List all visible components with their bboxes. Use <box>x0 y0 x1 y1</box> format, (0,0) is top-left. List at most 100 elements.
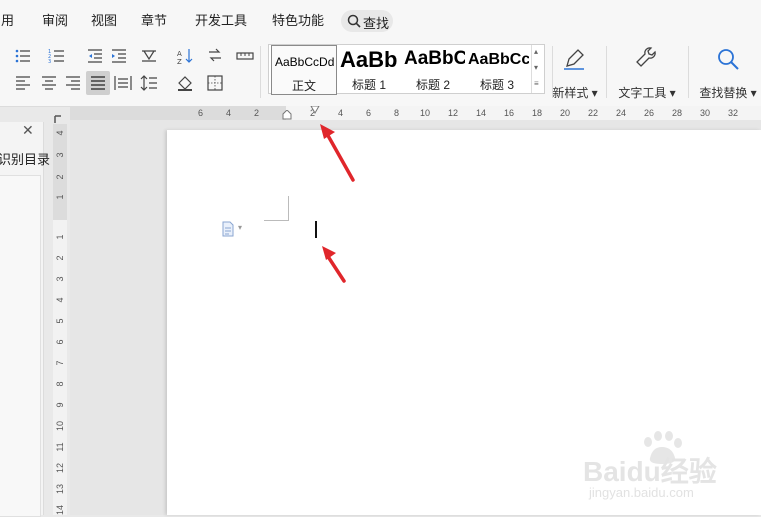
ruler-tick: 9 <box>55 402 65 408</box>
menu-chapter[interactable]: 章节 <box>141 10 167 29</box>
style-sample: AaBbCc <box>468 51 529 68</box>
ruler-tick: 18 <box>532 108 543 118</box>
horizontal-ruler[interactable]: 6 4 2 2 4 6 8 10 12 14 16 18 20 22 24 26… <box>70 106 761 120</box>
left-indent-marker-icon[interactable] <box>282 110 292 120</box>
style-name: 标题 1 <box>351 78 386 92</box>
ruler-tick: 26 <box>644 108 655 118</box>
numbered-list-icon[interactable]: 123 <box>48 47 66 65</box>
chevron-down-icon: ▾ <box>238 223 243 232</box>
justify-icon[interactable] <box>86 71 110 95</box>
shading-icon[interactable] <box>176 74 194 92</box>
style-name: 正文 <box>291 79 316 93</box>
ruler-tick: 1 <box>55 234 65 240</box>
find-replace-button[interactable]: 查找替换 ▾ <box>695 49 761 101</box>
menu-view[interactable]: 视图 <box>91 10 117 29</box>
menubar: 引用 审阅 视图 章节 开发工具 特色功能 查找 <box>0 0 761 39</box>
ruler-tick: 7 <box>55 360 65 366</box>
annotation-arrow-icon <box>320 124 355 182</box>
ruler-tick: 8 <box>394 108 400 118</box>
text-cursor <box>315 221 317 238</box>
search-button[interactable]: 查找 <box>341 10 393 32</box>
text-tools-label: 文字工具 <box>618 86 667 100</box>
show-hide-marks-icon[interactable] <box>206 47 224 65</box>
chevron-up-icon: ▴ <box>534 47 539 56</box>
ruler-tick: 2 <box>55 174 65 180</box>
ruler-text-area <box>286 106 761 120</box>
menu-developer-tools[interactable]: 开发工具 <box>195 10 247 29</box>
svg-text:Z: Z <box>177 58 182 65</box>
svg-text:A: A <box>177 50 182 58</box>
wrench-icon <box>636 47 656 67</box>
style-normal[interactable]: AaBbCcDd 正文 <box>271 45 337 95</box>
ruler-tick: 2 <box>55 255 65 261</box>
ruler-tick: 22 <box>588 108 599 118</box>
ruler-tick: 4 <box>55 130 65 136</box>
style-heading-3[interactable]: AaBbCc 标题 3 <box>465 45 529 93</box>
baidu-watermark: Baidu经验 jingyan.baidu.com <box>583 430 761 515</box>
line-spacing-icon[interactable] <box>140 74 158 92</box>
ruler-tick: 5 <box>55 318 65 324</box>
menu-references[interactable]: 引用 <box>0 10 14 29</box>
nav-pane-list[interactable] <box>0 175 41 517</box>
style-heading-2[interactable]: AaBbC 标题 2 <box>401 45 465 93</box>
style-heading-1[interactable]: AaBb 标题 1 <box>337 45 401 93</box>
style-name: 标题 2 <box>415 78 450 92</box>
ruler-tick: 12 <box>55 462 65 473</box>
ruler-tick: 1 <box>55 194 65 200</box>
ruler-tick: 20 <box>560 108 571 118</box>
style-gallery-scroll[interactable]: ▴ ▾ ≡ <box>531 45 544 93</box>
increase-indent-icon[interactable] <box>110 47 128 65</box>
new-style-button[interactable]: 新样式 ▾ <box>549 49 601 101</box>
ruler-tick: 28 <box>672 108 683 118</box>
chevron-down-icon: ▾ <box>747 86 757 100</box>
menu-review[interactable]: 审阅 <box>42 10 68 29</box>
distributed-align-icon[interactable] <box>114 74 132 92</box>
ruler-tick: 2 <box>254 108 260 118</box>
ruler-tick: 16 <box>504 108 515 118</box>
vertical-ruler[interactable]: 4 3 2 1 1 2 3 4 5 6 7 8 9 10 11 12 13 14 <box>53 124 67 515</box>
watermark-url: jingyan.baidu.com <box>589 485 694 500</box>
menu-special-features[interactable]: 特色功能 <box>272 10 324 29</box>
ruler-tick: 30 <box>700 108 711 118</box>
style-sample: AaBb <box>340 47 398 72</box>
align-left-icon[interactable] <box>14 74 32 92</box>
decrease-indent-icon[interactable] <box>86 47 104 65</box>
ruler-tick: 10 <box>420 108 431 118</box>
margin-corner-mark <box>264 196 289 221</box>
ruler-tick: 14 <box>55 504 65 515</box>
document-icon <box>222 221 234 237</box>
style-sample: AaBbC <box>404 48 465 69</box>
ruler-tick: 10 <box>55 420 65 431</box>
search-label: 查找 <box>363 16 390 31</box>
ruler-tick: 8 <box>55 381 65 387</box>
ruler-tick: 6 <box>366 108 372 118</box>
text-tools-button[interactable]: 文字工具 ▾ <box>616 47 678 101</box>
new-style-label: 新样式 <box>552 86 589 100</box>
paragraph-menu-button[interactable]: ▾ <box>221 221 247 237</box>
align-right-icon[interactable] <box>64 74 82 92</box>
align-center-icon[interactable] <box>40 74 58 92</box>
ruler-tick: 13 <box>55 483 65 494</box>
borders-icon[interactable] <box>206 74 224 92</box>
close-icon[interactable]: ✕ <box>22 122 34 139</box>
ruler-corner-icon[interactable] <box>53 114 63 124</box>
expand-icon: ≡ <box>534 79 539 88</box>
ruler-tick: 4 <box>226 108 232 118</box>
chevron-down-icon: ▾ <box>666 86 676 100</box>
style-name: 标题 3 <box>479 78 514 92</box>
separator <box>260 46 261 98</box>
ruler-tick: 3 <box>55 152 65 158</box>
sort-icon[interactable]: AZ <box>176 47 194 65</box>
style-sample: AaBbCcDd <box>275 55 335 69</box>
svg-text:3: 3 <box>48 59 51 65</box>
navigation-pane: 识别目录 <box>0 122 50 517</box>
separator <box>606 46 607 98</box>
chinese-layout-icon[interactable] <box>140 47 158 65</box>
bullet-list-icon[interactable] <box>14 47 32 65</box>
ruler-tick: 6 <box>198 108 204 118</box>
ruler-tick: 32 <box>728 108 739 118</box>
nav-pane-label[interactable]: 识别目录 <box>0 149 50 168</box>
first-line-indent-marker-icon[interactable] <box>310 106 320 114</box>
tab-stops-icon[interactable] <box>236 47 254 65</box>
magnifier-icon <box>718 49 739 70</box>
